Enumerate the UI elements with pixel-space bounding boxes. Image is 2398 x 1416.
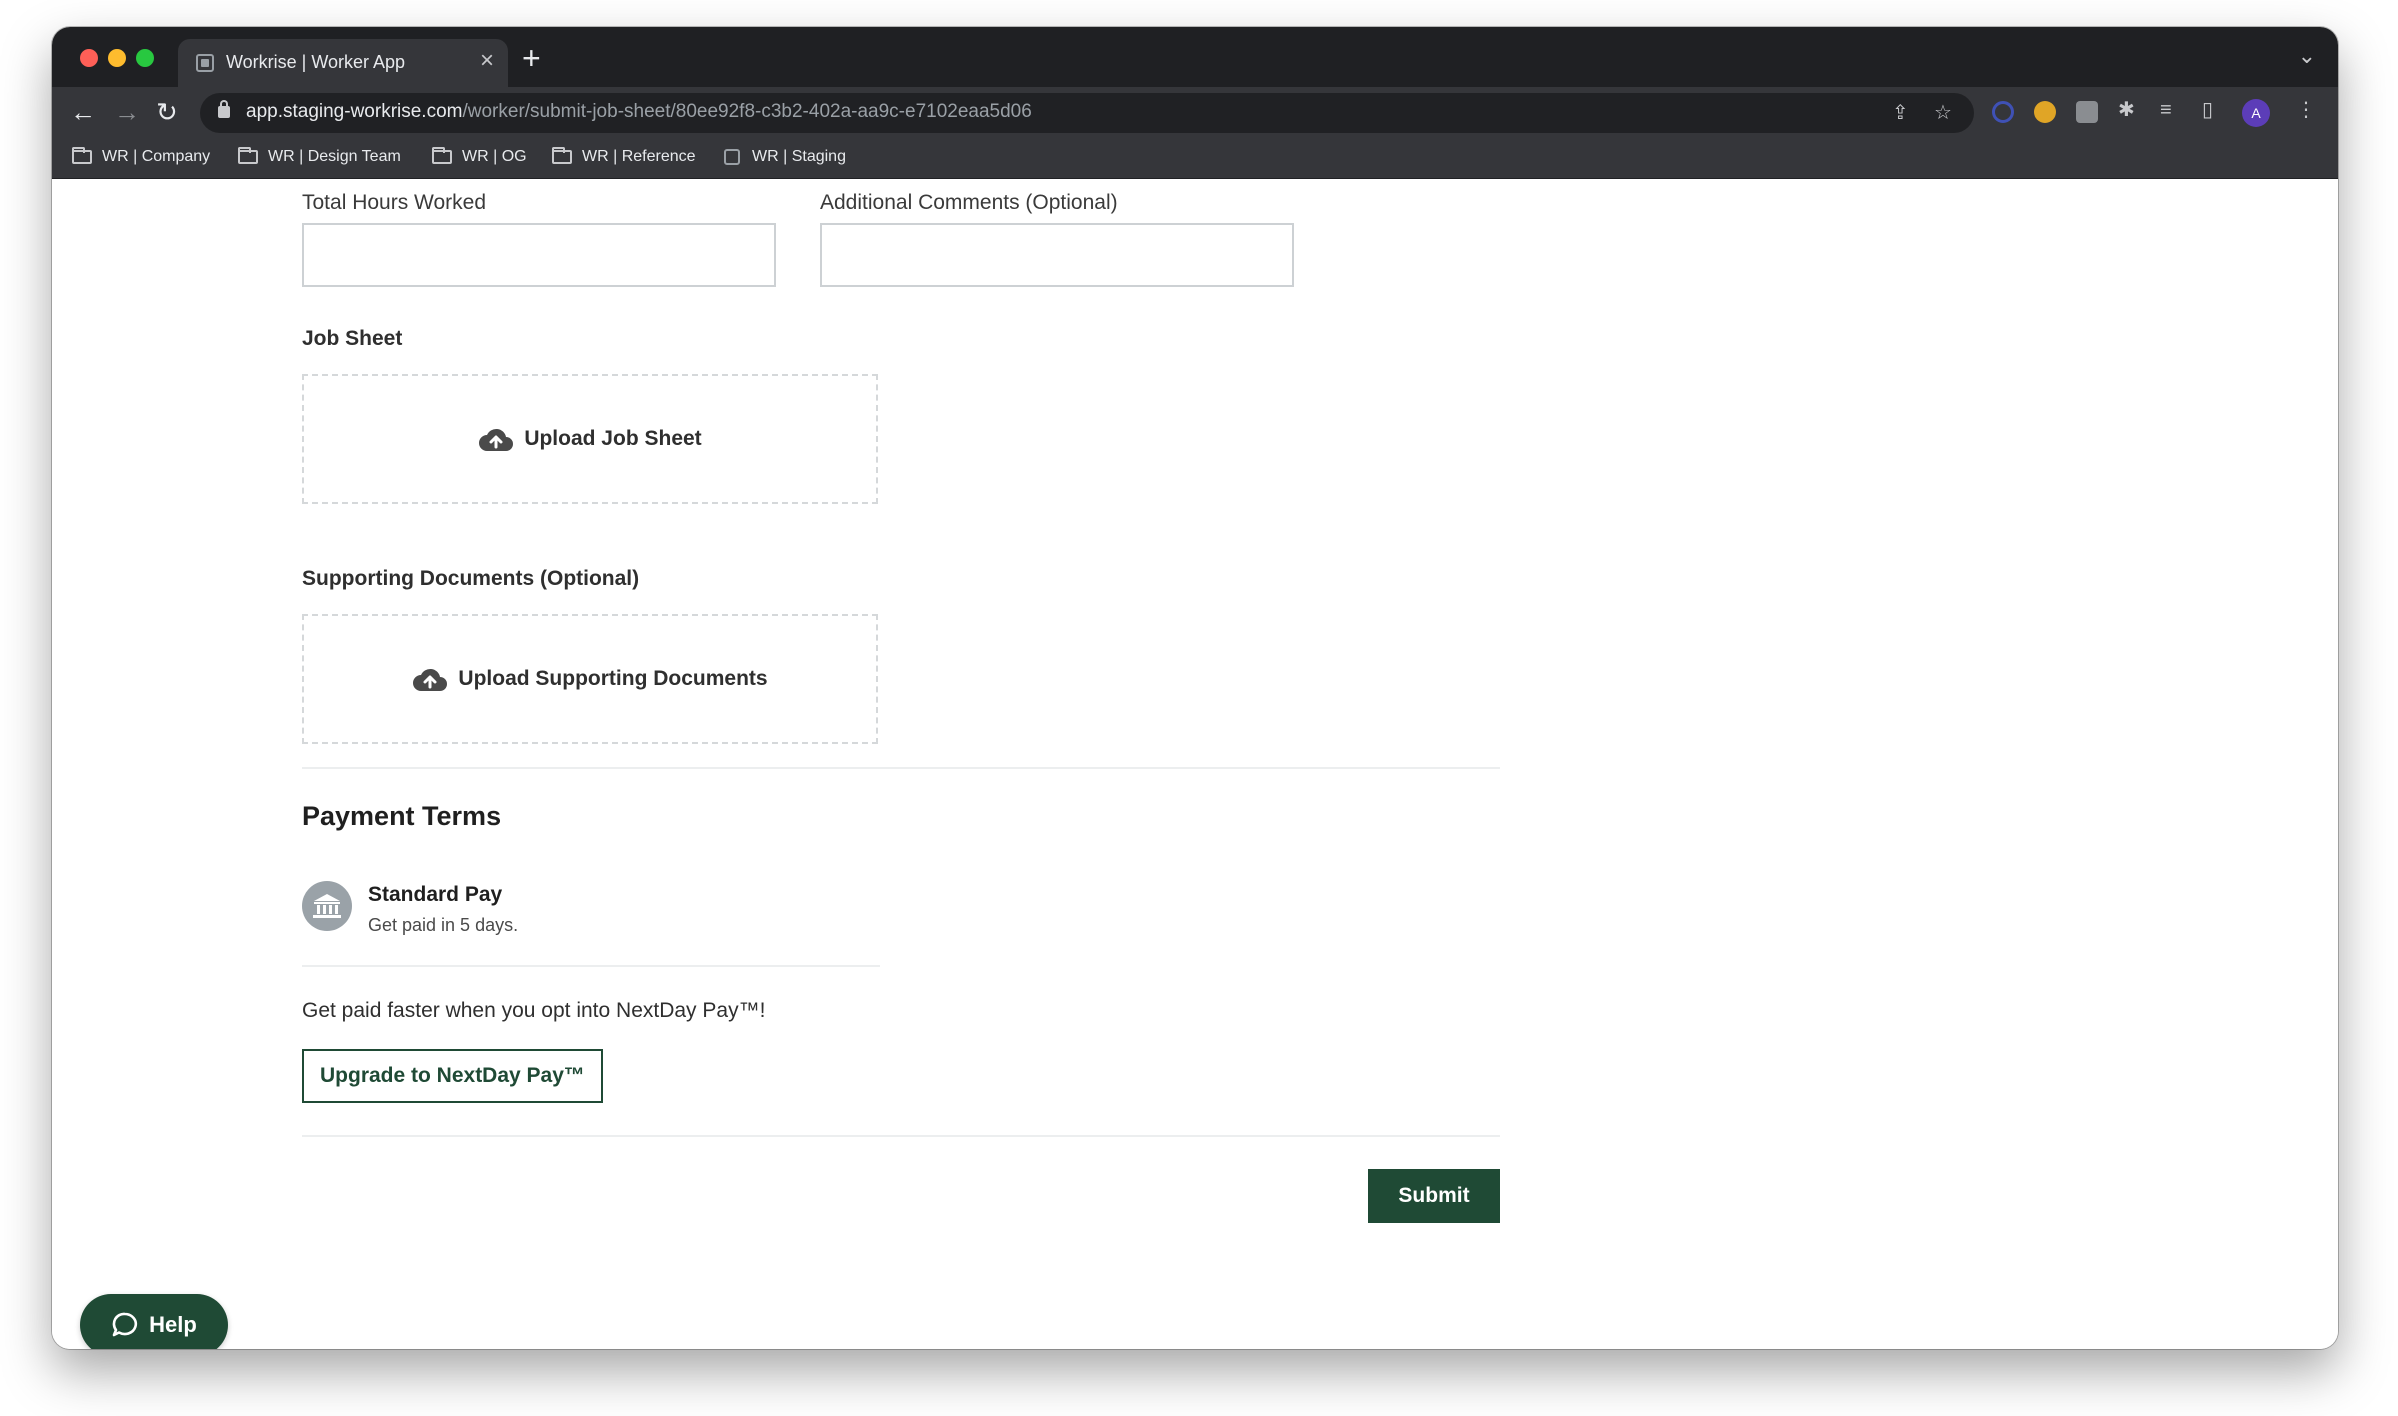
help-label: Help [149,1312,197,1337]
upload-supporting-documents-dropzone[interactable]: Upload Supporting Documents [302,614,878,744]
folder-icon [72,147,92,164]
new-tab-button[interactable]: + [522,41,541,75]
chat-bubble-icon [112,1312,138,1337]
bookmark-item[interactable]: WR | Design Team [238,147,401,166]
upload-supporting-documents-label: Upload Supporting Documents [458,667,768,690]
nextday-pay-promo: Get paid faster when you opt into NextDa… [302,999,766,1022]
lock-icon [218,100,230,118]
bookmark-label: WR | Reference [582,148,696,165]
tab-strip: Workrise | Worker App × + ⌄ [52,27,2338,87]
close-tab-icon[interactable]: × [480,48,494,74]
browser-tab-active[interactable]: Workrise | Worker App × [178,39,508,87]
total-hours-label: Total Hours Worked [302,191,487,214]
section-divider [302,767,1500,769]
site-favicon-icon [196,54,214,72]
extension-cookie-icon[interactable] [2034,101,2056,123]
bookmark-label: WR | Company [102,148,211,165]
bookmark-label: WR | Design Team [268,148,401,165]
total-hours-input[interactable] [302,223,776,287]
additional-comments-input[interactable] [820,223,1294,287]
address-bar[interactable]: app.staging-workrise.com/worker/submit-j… [200,93,1974,133]
bookmark-item[interactable]: WR | Staging [724,148,846,166]
job-sheet-label: Job Sheet [302,327,403,350]
reading-list-icon[interactable]: ≡ [2160,99,2172,121]
close-window-button[interactable] [80,49,98,67]
browser-toolbar: ← → ↻ app.staging-workrise.com/worker/su… [52,87,2338,139]
back-arrow-icon[interactable]: ← [70,97,96,127]
payment-divider [302,965,880,967]
standard-pay-subtitle: Get paid in 5 days. [368,915,519,935]
browser-menu-icon[interactable]: ⋮ [2296,99,2316,121]
side-panel-icon[interactable]: ▯ [2202,99,2213,121]
bookmark-item[interactable]: WR | Reference [552,147,696,166]
minimize-window-button[interactable] [108,49,126,67]
footer-divider [302,1135,1500,1137]
profile-avatar[interactable]: A [2242,99,2270,127]
standard-pay-title: Standard Pay [368,883,503,906]
bank-icon [302,881,352,931]
cloud-upload-icon [479,428,514,451]
site-favicon-icon [724,149,740,165]
share-icon[interactable]: ⇪ [1892,102,1909,124]
bookmark-label: WR | Staging [752,148,846,165]
reload-icon[interactable]: ↻ [156,97,178,127]
browser-window: Workrise | Worker App × + ⌄ ← → ↻ app.st… [52,27,2338,1349]
payment-terms-heading: Payment Terms [302,801,502,831]
supporting-documents-label: Supporting Documents (Optional) [302,567,640,590]
maximize-window-button[interactable] [136,49,154,67]
bookmark-star-icon[interactable]: ☆ [1934,102,1952,124]
cloud-upload-icon [413,668,448,691]
upload-job-sheet-label: Upload Job Sheet [524,427,702,450]
extension-camera-icon[interactable] [2076,101,2098,123]
bookmark-item[interactable]: WR | OG [432,147,527,166]
bookmarks-bar: WR | Company WR | Design Team WR | OG WR… [52,139,2338,179]
url-text[interactable]: app.staging-workrise.com/worker/submit-j… [246,101,1032,123]
bookmark-label: WR | OG [462,148,527,165]
folder-icon [238,147,258,164]
folder-icon [432,147,452,164]
extensions-puzzle-icon[interactable]: ✱ [2118,99,2135,121]
additional-comments-label: Additional Comments (Optional) [820,191,1118,214]
tab-title: Workrise | Worker App [226,52,406,72]
page-content: Total Hours Worked Additional Comments (… [52,179,2338,1349]
tab-search-chevron-icon[interactable]: ⌄ [2298,43,2316,69]
bookmark-item[interactable]: WR | Company [72,147,211,166]
forward-arrow-icon[interactable]: → [114,97,140,127]
upload-job-sheet-dropzone[interactable]: Upload Job Sheet [302,374,878,504]
submit-button[interactable]: Submit [1368,1169,1500,1223]
help-button[interactable]: Help [80,1294,228,1349]
upgrade-nextday-pay-button[interactable]: Upgrade to NextDay Pay™ [302,1049,603,1103]
extension-ring-icon[interactable] [1992,101,2014,123]
folder-icon [552,147,572,164]
